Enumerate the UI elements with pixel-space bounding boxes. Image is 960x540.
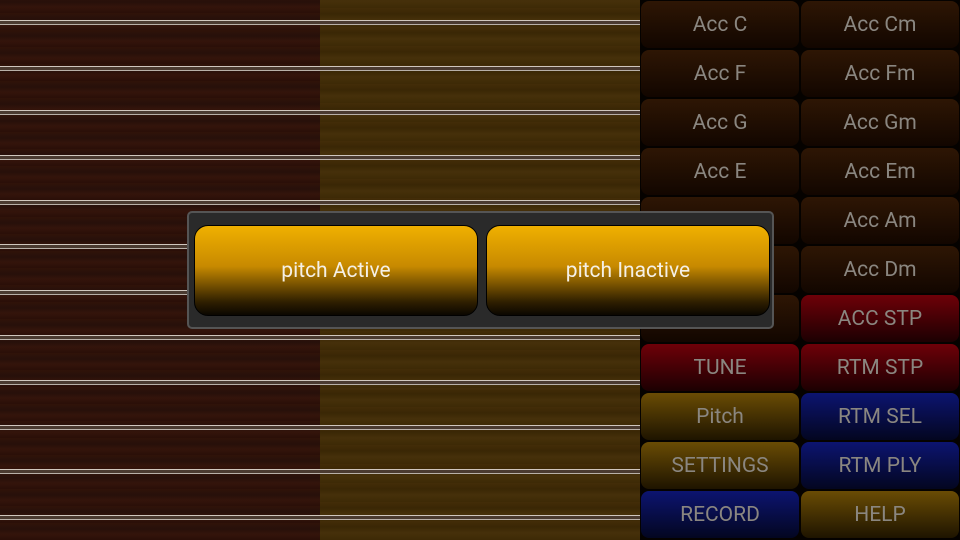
rtm-ply-button[interactable]: RTM PLY (801, 442, 959, 489)
string[interactable] (0, 110, 640, 115)
button-label: Acc Gm (843, 110, 917, 135)
tune-button[interactable]: TUNE (641, 344, 799, 391)
string[interactable] (0, 155, 640, 160)
pitch-active-button[interactable]: pitch Active (194, 225, 478, 316)
string[interactable] (0, 335, 640, 340)
button-label: Acc G (692, 110, 748, 135)
acc-gm-button[interactable]: Acc Gm (801, 99, 959, 146)
acc-c-button[interactable]: Acc C (641, 1, 799, 48)
string[interactable] (0, 20, 640, 25)
button-label: SETTINGS (671, 453, 769, 478)
pitch-inactive-label: pitch Inactive (565, 258, 691, 283)
button-label: RTM PLY (838, 453, 922, 478)
string[interactable] (0, 66, 640, 71)
button-label: Acc Dm (843, 257, 917, 282)
button-label: ACC STP (837, 306, 923, 331)
acc-f-button[interactable]: Acc F (641, 50, 799, 97)
pitch-button[interactable]: Pitch (641, 393, 799, 440)
acc-cm-button[interactable]: Acc Cm (801, 1, 959, 48)
record-button[interactable]: RECORD (641, 491, 799, 538)
button-label: Acc E (693, 159, 747, 184)
pitch-active-label: pitch Active (281, 258, 391, 283)
button-label: TUNE (693, 355, 747, 380)
pitch-dialog: pitch Active pitch Inactive (187, 211, 774, 329)
button-label: RTM SEL (838, 404, 922, 429)
settings-button[interactable]: SETTINGS (641, 442, 799, 489)
button-label: RECORD (680, 502, 760, 527)
acc-g-button[interactable]: Acc G (641, 99, 799, 146)
button-label: Pitch (696, 404, 744, 429)
button-label: Acc Em (844, 159, 916, 184)
pitch-inactive-button[interactable]: pitch Inactive (486, 225, 770, 316)
button-label: Acc F (693, 61, 747, 86)
button-label: Acc Am (843, 208, 917, 233)
string[interactable] (0, 515, 640, 520)
string[interactable] (0, 469, 640, 474)
acc-e-button[interactable]: Acc E (641, 148, 799, 195)
acc-fm-button[interactable]: Acc Fm (801, 50, 959, 97)
button-label: HELP (854, 502, 906, 527)
acc-am-button[interactable]: Acc Am (801, 197, 959, 244)
button-label: RTM STP (836, 355, 924, 380)
button-label: Acc Cm (843, 12, 917, 37)
help-button[interactable]: HELP (801, 491, 959, 538)
rtm-stp-button[interactable]: RTM STP (801, 344, 959, 391)
button-label: Acc C (692, 12, 748, 37)
rtm-sel-button[interactable]: RTM SEL (801, 393, 959, 440)
string[interactable] (0, 200, 640, 205)
string[interactable] (0, 425, 640, 430)
acc-em-button[interactable]: Acc Em (801, 148, 959, 195)
acc-stp-button[interactable]: ACC STP (801, 295, 959, 342)
button-label: Acc Fm (844, 61, 916, 86)
acc-dm-button[interactable]: Acc Dm (801, 246, 959, 293)
string[interactable] (0, 380, 640, 385)
